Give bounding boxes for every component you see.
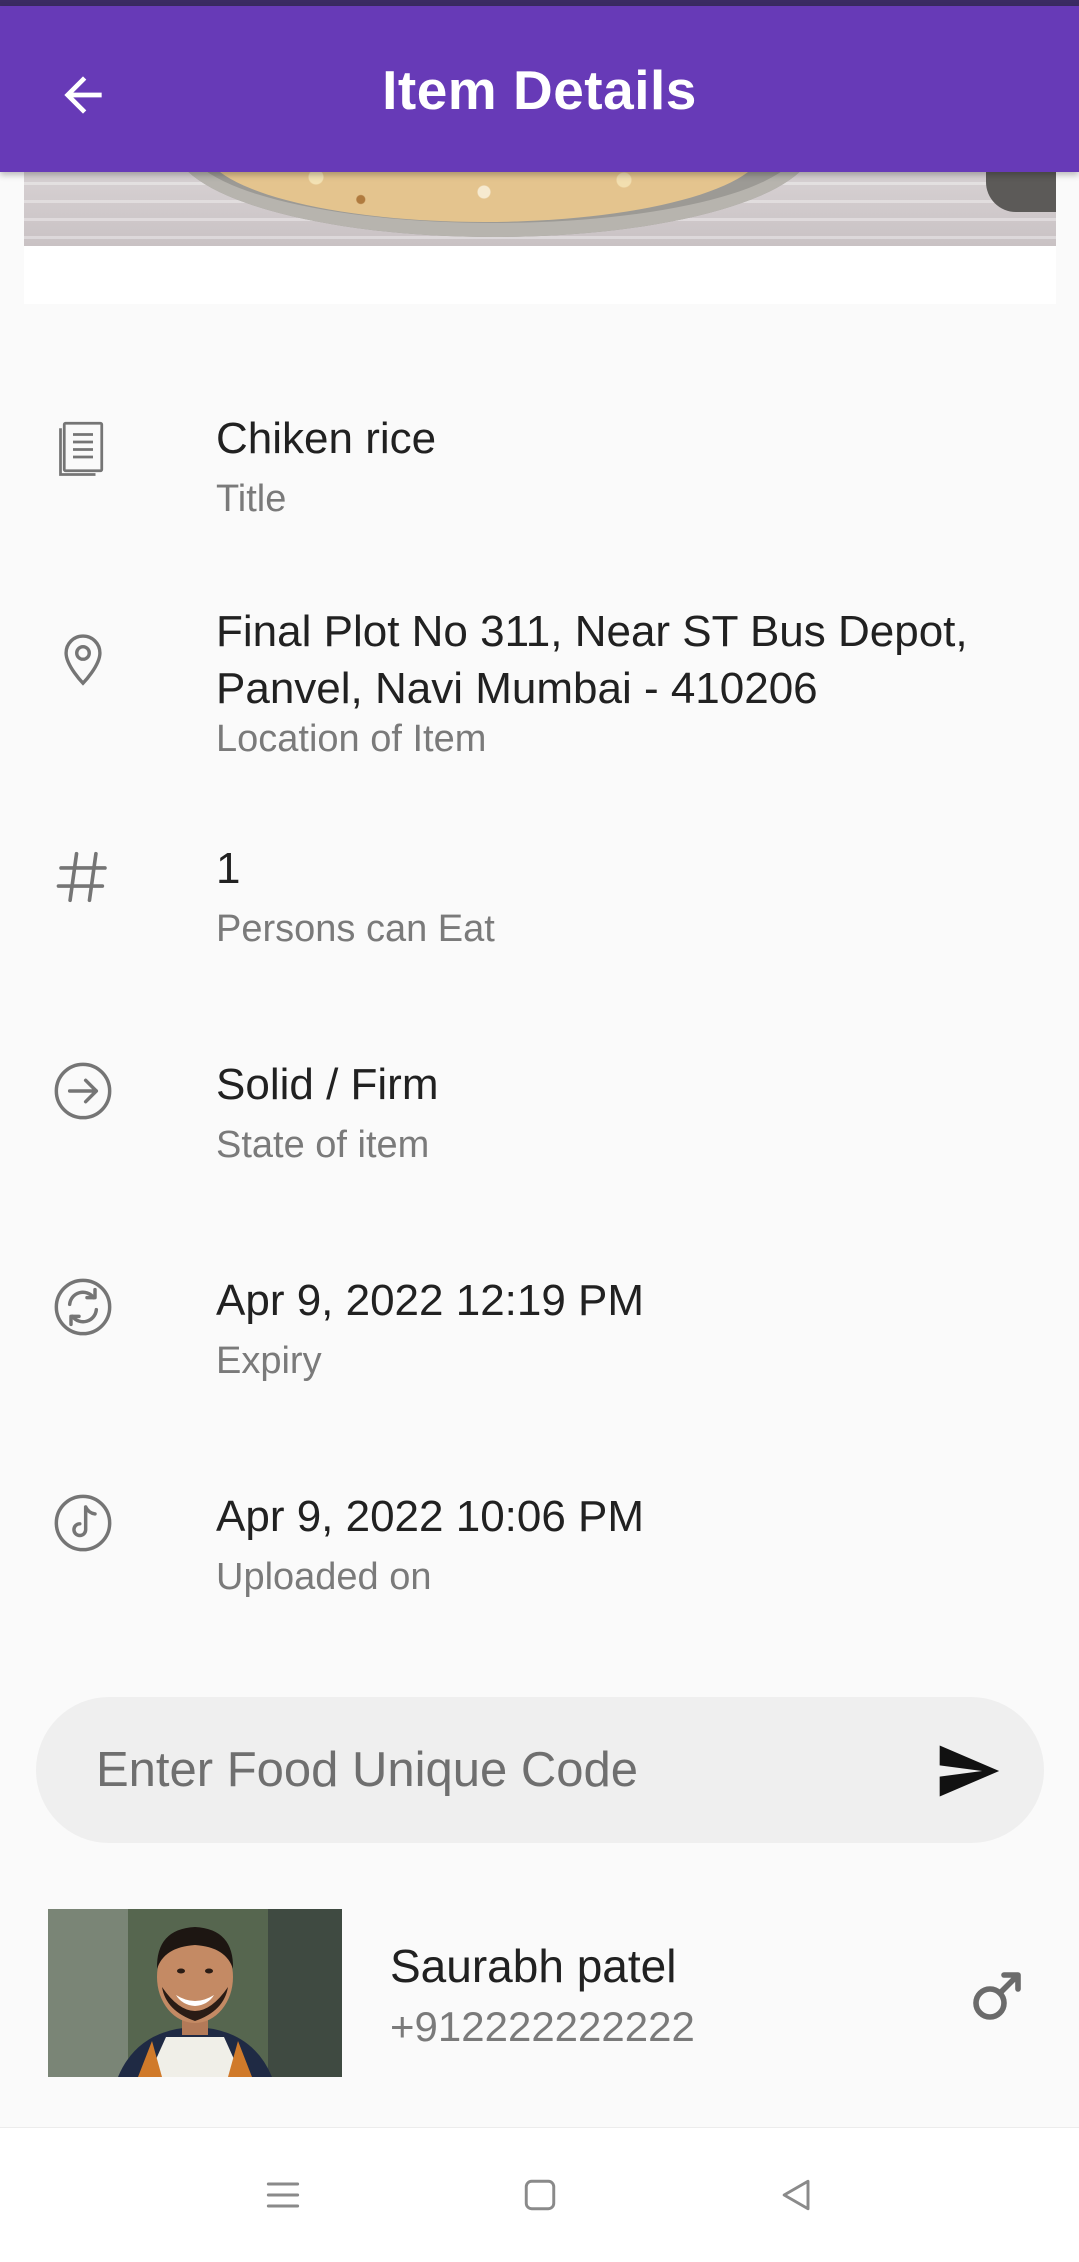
- detail-row-title: Chiken rice Title: [0, 400, 1079, 550]
- expiry-value: Apr 9, 2022 12:19 PM: [216, 1276, 645, 1325]
- arrow-circle-right-icon: [50, 1058, 116, 1124]
- refresh-circle-icon: [50, 1274, 116, 1340]
- app-bar: Item Details: [0, 6, 1079, 172]
- expiry-label: Expiry: [216, 1340, 322, 1382]
- hash-icon: [50, 844, 116, 910]
- detail-row-uploaded: Apr 9, 2022 10:06 PM Uploaded on: [0, 1488, 1079, 1638]
- menu-button[interactable]: [250, 2162, 316, 2228]
- item-title-value: Chiken rice: [216, 414, 437, 463]
- menu-icon: [266, 2182, 300, 2208]
- upload-circle-icon: [50, 1490, 116, 1556]
- send-button[interactable]: [932, 1735, 1004, 1807]
- avatar: [48, 1909, 342, 2077]
- uploaded-value: Apr 9, 2022 10:06 PM: [216, 1492, 645, 1541]
- back-nav-button[interactable]: [764, 2162, 830, 2228]
- home-square-icon: [524, 2179, 556, 2211]
- persons-label: Persons can Eat: [216, 908, 495, 950]
- location-pin-icon: [50, 626, 116, 692]
- back-triangle-icon: [782, 2179, 810, 2211]
- detail-row-location: Final Plot No 311, Near ST Bus Depot, Pa…: [0, 600, 1079, 770]
- detail-row-persons: 1 Persons can Eat: [0, 840, 1079, 990]
- detail-row-expiry: Apr 9, 2022 12:19 PM Expiry: [0, 1272, 1079, 1422]
- detail-row-state: Solid / Firm State of item: [0, 1056, 1079, 1206]
- document-icon: [50, 414, 116, 480]
- home-button[interactable]: [507, 2162, 573, 2228]
- male-icon: [964, 1963, 1030, 2029]
- send-icon: [939, 1745, 1000, 1797]
- food-image: [24, 172, 1056, 246]
- uploader-row[interactable]: Saurabh patel +912222222222: [0, 1903, 1079, 2079]
- uploaded-label: Uploaded on: [216, 1556, 432, 1598]
- persons-value: 1: [216, 844, 241, 893]
- user-phone: +912222222222: [390, 2003, 695, 2050]
- food-code-bar: [36, 1697, 1044, 1843]
- item-location-value: Final Plot No 311, Near ST Bus Depot, Pa…: [216, 607, 968, 713]
- food-code-input[interactable]: [96, 1697, 916, 1843]
- state-label: State of item: [216, 1124, 430, 1166]
- item-image-card: [24, 172, 1056, 304]
- state-value: Solid / Firm: [216, 1060, 439, 1109]
- system-nav-bar: [0, 2127, 1079, 2262]
- item-location-label: Location of Item: [216, 718, 487, 760]
- page-title: Item Details: [382, 59, 697, 121]
- user-name: Saurabh patel: [390, 1940, 677, 1992]
- item-title-label: Title: [216, 478, 287, 520]
